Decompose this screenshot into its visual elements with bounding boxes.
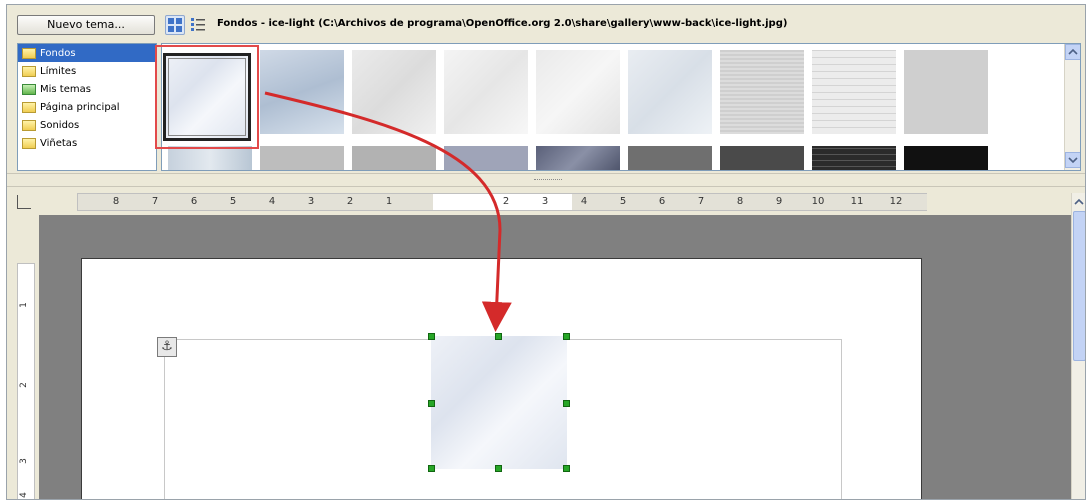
horizontal-ruler[interactable]: 8 7 6 5 4 3 2 1 2 3 4 5 6 7 8 9 10 11 12: [77, 193, 927, 211]
gallery-thumbnail[interactable]: [352, 50, 436, 134]
theme-item-fondos[interactable]: Fondos: [18, 44, 156, 62]
scroll-down-button[interactable]: [1065, 152, 1080, 168]
resize-handle[interactable]: [495, 333, 502, 340]
gallery-thumbnail[interactable]: [444, 50, 528, 134]
detail-view-icon: [191, 18, 205, 31]
ruler-label: 11: [850, 196, 864, 207]
ruler-label: 3: [307, 196, 315, 207]
ruler-label: 4: [580, 196, 588, 207]
scroll-up-button[interactable]: [1065, 44, 1080, 60]
inserted-background-image[interactable]: [431, 336, 567, 469]
ruler-margin: [78, 194, 433, 210]
gallery-thumbnail[interactable]: [168, 146, 252, 170]
theme-item-vinetas[interactable]: Viñetas: [18, 134, 156, 152]
arrow-up-icon: [1068, 48, 1078, 55]
gallery-thumbnail[interactable]: [720, 146, 804, 170]
ruler-label: 8: [112, 196, 120, 207]
gallery-thumbnail[interactable]: [536, 146, 620, 170]
resize-handle[interactable]: [495, 465, 502, 472]
theme-list[interactable]: Fondos Límites Mis temas Página principa…: [17, 43, 157, 171]
gallery-splitter[interactable]: [7, 173, 1085, 187]
theme-item-label: Límites: [40, 65, 77, 77]
gallery-thumbnail[interactable]: [628, 50, 712, 134]
anchor-icon[interactable]: ⚓: [157, 337, 177, 357]
ruler-label: 1: [18, 302, 29, 308]
ruler-label: 12: [889, 196, 903, 207]
ruler-label: 4: [268, 196, 276, 207]
gallery-item-title: Fondos - ice-light (C:\Archivos de progr…: [217, 18, 788, 29]
splitter-grip[interactable]: [534, 179, 562, 182]
gallery-thumbnail[interactable]: [352, 146, 436, 170]
ruler-label: 7: [697, 196, 705, 207]
resize-handle[interactable]: [428, 400, 435, 407]
folder-icon: [22, 101, 36, 113]
folder-icon: [22, 47, 36, 59]
gallery-thumbnail[interactable]: [260, 146, 344, 170]
gallery-thumbnail[interactable]: [812, 50, 896, 134]
ruler-label: 3: [541, 196, 549, 207]
gallery-thumbnail[interactable]: [628, 146, 712, 170]
gallery-thumbnail[interactable]: [444, 146, 528, 170]
folder-icon: [22, 83, 36, 95]
tab-stop-selector[interactable]: [17, 195, 31, 209]
ruler-label: 4: [18, 492, 29, 498]
ruler-label: 2: [502, 196, 510, 207]
gallery-thumbnail[interactable]: [904, 146, 988, 170]
gallery-thumbnail[interactable]: [720, 50, 804, 134]
resize-handle[interactable]: [563, 400, 570, 407]
resize-handle[interactable]: [563, 333, 570, 340]
gallery-thumbnail[interactable]: [904, 50, 988, 134]
resize-handle[interactable]: [428, 333, 435, 340]
theme-item-mis-temas[interactable]: Mis temas: [18, 80, 156, 98]
folder-icon: [22, 137, 36, 149]
ruler-label: 2: [18, 382, 29, 388]
arrow-up-icon: [1074, 198, 1084, 205]
gallery-scrollbar[interactable]: [1064, 44, 1080, 170]
gallery-thumbnail[interactable]: [812, 146, 896, 170]
theme-item-pagina-principal[interactable]: Página principal: [18, 98, 156, 116]
theme-item-label: Viñetas: [40, 137, 78, 149]
ruler-label: 8: [736, 196, 744, 207]
folder-icon: [22, 119, 36, 131]
ruler-label: 2: [346, 196, 354, 207]
scrollbar-thumb[interactable]: [1073, 211, 1085, 361]
resize-handle[interactable]: [428, 465, 435, 472]
resize-handle[interactable]: [563, 465, 570, 472]
detail-view-button[interactable]: [188, 15, 208, 35]
ruler-label: 1: [385, 196, 393, 207]
icon-view-button[interactable]: [165, 15, 185, 35]
theme-item-sonidos[interactable]: Sonidos: [18, 116, 156, 134]
ruler-label: 3: [18, 458, 29, 464]
ruler-label: 7: [151, 196, 159, 207]
theme-item-label: Fondos: [40, 47, 76, 59]
theme-item-label: Sonidos: [40, 119, 80, 131]
gallery-toolbar: Nuevo tema... Fondos - ice-light (C:\Arc…: [7, 5, 1085, 43]
theme-item-label: Página principal: [40, 101, 120, 113]
ruler-label: 6: [658, 196, 666, 207]
selected-thumbnail-highlight: [155, 45, 259, 149]
arrow-down-icon: [1068, 157, 1078, 164]
new-theme-button[interactable]: Nuevo tema...: [17, 15, 155, 35]
theme-item-label: Mis temas: [40, 83, 91, 95]
openoffice-window: Nuevo tema... Fondos - ice-light (C:\Arc…: [6, 4, 1086, 500]
ruler-label: 5: [229, 196, 237, 207]
selected-thumbnail[interactable]: [163, 53, 251, 141]
theme-item-limites[interactable]: Límites: [18, 62, 156, 80]
ruler-label: 5: [619, 196, 627, 207]
icon-view-icon: [168, 18, 182, 32]
gallery-thumbnail[interactable]: [260, 50, 344, 134]
folder-icon: [22, 65, 36, 77]
document-scrollbar[interactable]: [1071, 193, 1085, 499]
ruler-label: 9: [775, 196, 783, 207]
gallery-thumbnail[interactable]: [536, 50, 620, 134]
ruler-label: 6: [190, 196, 198, 207]
gallery-thumbnails[interactable]: [161, 43, 1081, 171]
vertical-ruler[interactable]: 1 2 3 4: [17, 263, 35, 499]
ruler-label: 10: [811, 196, 825, 207]
